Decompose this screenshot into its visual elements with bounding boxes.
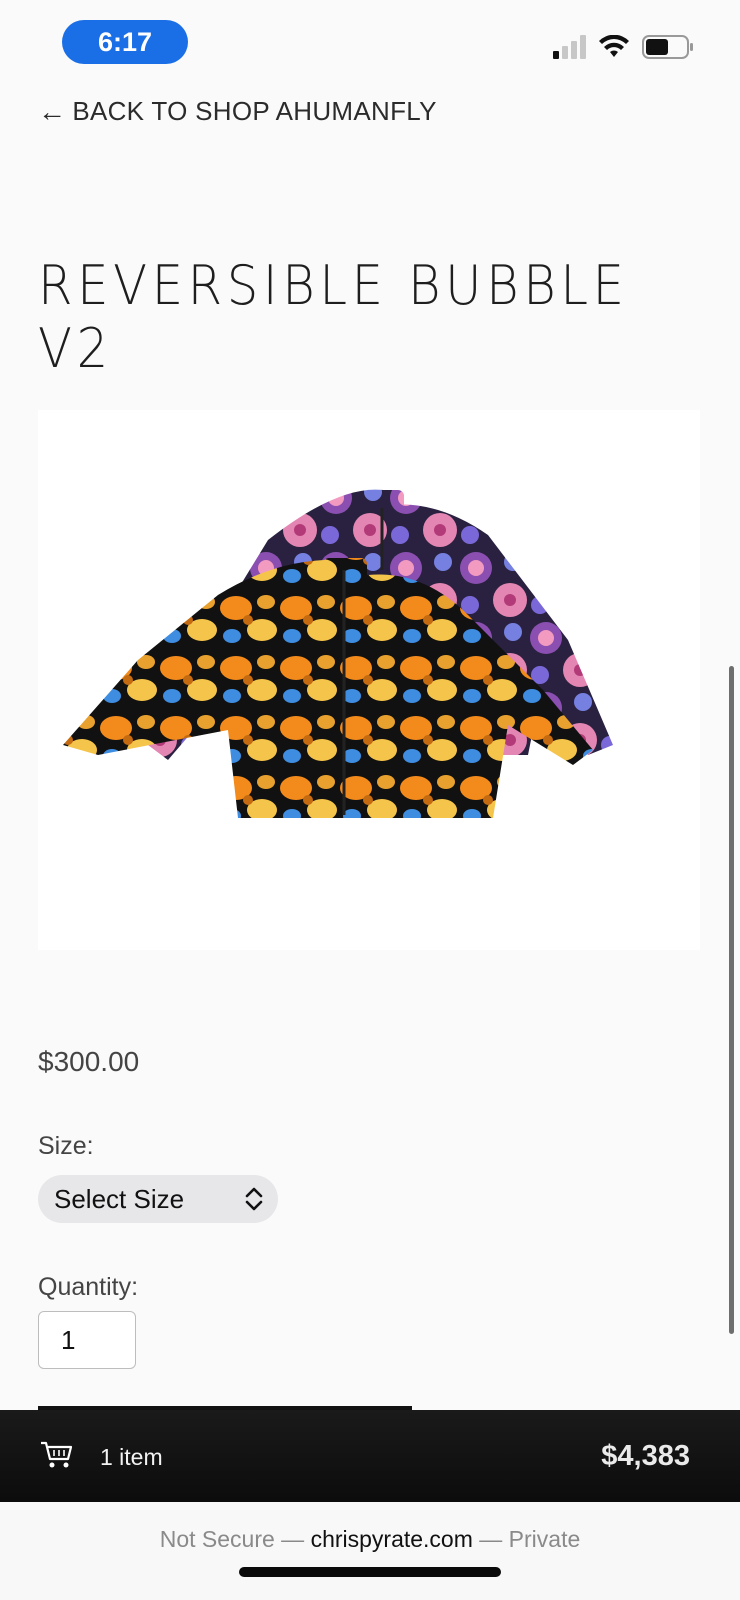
status-time[interactable]: 6:17 [62, 20, 188, 64]
jacket-illustration [63, 489, 613, 818]
back-to-shop-label: BACK TO SHOP AHUMANFLY [72, 96, 437, 126]
signal-icon [553, 35, 586, 59]
domain-label: chrispyrate.com [310, 1526, 473, 1552]
wifi-icon [599, 35, 629, 57]
size-select-value: Select Size [54, 1183, 185, 1214]
quantity-label: Quantity: [38, 1273, 139, 1301]
product-price: $300.00 [38, 1046, 140, 1077]
product-page: 6:17 ← BACK TO SHOP AHUMANFLY REVERSIBLE… [0, 0, 740, 1600]
back-arrow-icon: ← [38, 95, 67, 127]
home-indicator[interactable] [239, 1567, 501, 1577]
cart-total: $4,383 [601, 1440, 690, 1472]
cart-item-count: 1 item [100, 1444, 163, 1470]
browser-address-bar[interactable]: Not Secure — chrispyrate.com — Private [0, 1502, 740, 1600]
battery-icon [642, 35, 693, 59]
product-image[interactable] [38, 410, 700, 950]
cart-icon [41, 1441, 73, 1468]
not-secure-label: Not Secure — [159, 1526, 305, 1552]
size-select[interactable]: Select Size [38, 1175, 278, 1223]
size-label: Size: [38, 1132, 94, 1160]
chevron-up-down-icon [245, 1187, 263, 1211]
status-icons [553, 34, 694, 60]
back-to-shop-link[interactable]: ← BACK TO SHOP AHUMANFLY [38, 96, 437, 127]
product-title: REVERSIBLE BUBBLE V2 [38, 254, 629, 380]
scrollbar[interactable] [729, 666, 734, 1334]
cart-summary-bar[interactable]: 1 item $4,383 [0, 1410, 740, 1502]
address-text[interactable]: Not Secure — chrispyrate.com — Private [0, 1526, 740, 1553]
quantity-input[interactable] [38, 1311, 136, 1369]
private-label: — Private [479, 1526, 581, 1552]
